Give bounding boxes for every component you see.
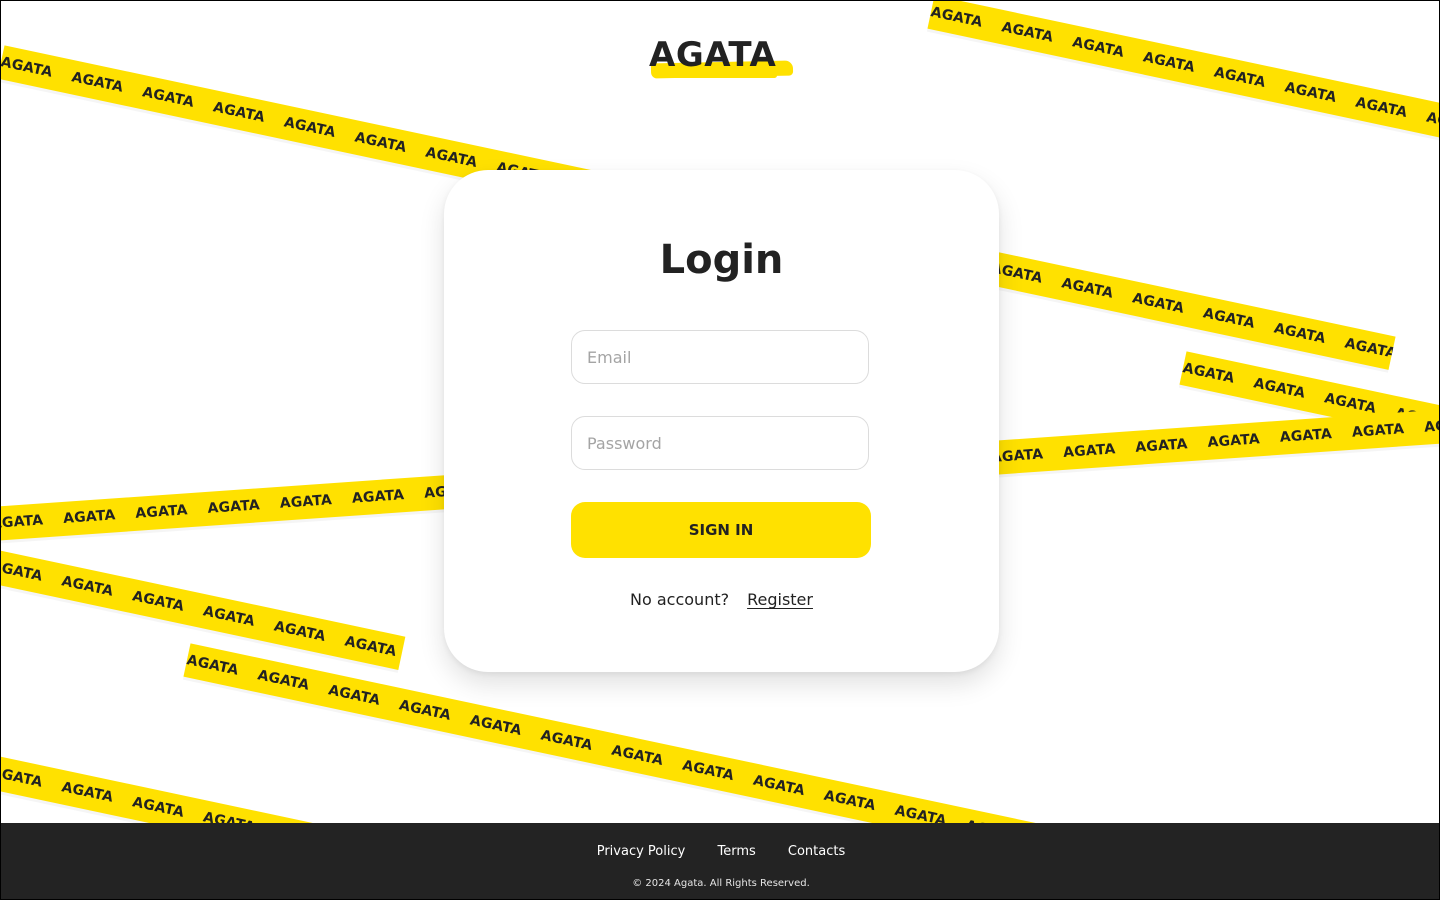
- tape-word: AGATA: [680, 757, 736, 785]
- caution-tape: AGATAAGATAAGATAAGATAAGATAAGATAAGATAAGATA: [989, 408, 1440, 475]
- tape-word: AGATA: [1, 512, 44, 532]
- tape-word: AGATA: [751, 772, 807, 800]
- register-link[interactable]: Register: [747, 590, 813, 609]
- agata-logo[interactable]: AGATA: [649, 35, 799, 91]
- tape-word: AGATA: [130, 588, 186, 615]
- tape-word: AGATA: [1070, 34, 1126, 61]
- tape-word: AGATA: [185, 652, 240, 679]
- tape-word: AGATA: [1, 764, 44, 791]
- tape-word: AGATA: [207, 497, 261, 517]
- tape-word: AGATA: [1141, 49, 1197, 76]
- tape-word: AGATA: [60, 573, 115, 600]
- tape-word: AGATA: [397, 697, 453, 724]
- tape-word: AGATA: [1424, 109, 1440, 137]
- caution-tape: AGATA AGATA AGATA AGATA AGATA AGATA AGATA AGATA…: [927, 1, 1440, 146]
- tape-word: AGATA: [1134, 436, 1189, 456]
- tape-word: AGATA: [1, 558, 44, 585]
- tape-word: AGATA: [62, 507, 117, 527]
- page-title: Login: [659, 237, 784, 283]
- tape-word: AGATA: [351, 487, 405, 507]
- email-field[interactable]: [571, 330, 869, 384]
- privacy-policy-link[interactable]: Privacy Policy: [597, 844, 686, 859]
- tape-word: AGATA: [1351, 421, 1405, 441]
- tape-word: AGATA: [282, 114, 338, 141]
- tape-word: AGATA: [424, 144, 479, 172]
- tape-word: AGATA: [1354, 94, 1409, 122]
- tape-word: AGATA: [1322, 390, 1378, 417]
- tape-word: AGATA: [468, 712, 524, 739]
- tape-word: AGATA: [60, 779, 115, 806]
- sign-in-button[interactable]: SIGN IN: [571, 502, 871, 558]
- copyright-text: © 2024 Agata. All Rights Reserved.: [632, 878, 810, 889]
- tape-word: AGATA: [353, 129, 408, 156]
- caution-tape: AGATAAGATAAGATAAGATAAGATAAGATAAGATA: [1, 755, 347, 823]
- tape-word: AGATA: [610, 742, 665, 770]
- tape-word: AGATA: [1279, 426, 1333, 446]
- tape-word: AGATA: [279, 492, 333, 512]
- tape-word: AGATA: [1283, 79, 1338, 106]
- tape-word: AGATA: [70, 69, 125, 96]
- tape-word: AGATA: [1252, 375, 1307, 402]
- tape-word: AGATA: [140, 84, 196, 111]
- caution-tape: AGATAAGATAAGATAAGATAAGATAAGATAAGATAAGATA: [1, 474, 452, 541]
- tape-word: AGATA: [272, 618, 328, 645]
- tape-word: AGATA: [1062, 441, 1117, 461]
- tape-word: AGATA: [1207, 431, 1261, 451]
- tape-word: AGATA: [201, 603, 257, 630]
- contacts-link[interactable]: Contacts: [788, 844, 845, 859]
- terms-link[interactable]: Terms: [717, 844, 755, 859]
- tape-word: AGATA: [130, 794, 186, 821]
- tape-word: AGATA: [256, 667, 311, 694]
- tape-word: AGATA: [893, 802, 948, 823]
- tape-word: AGATA: [1201, 305, 1257, 332]
- login-card: Login SIGN IN No account? Register: [444, 170, 999, 672]
- register-prompt: No account? Register: [444, 588, 999, 612]
- logo-text: AGATA: [649, 35, 777, 75]
- tape-word: AGATA: [211, 99, 267, 126]
- tape-word: AGATA: [929, 4, 984, 31]
- tape-word: AGATA: [326, 682, 382, 709]
- tape-word: AGATA: [539, 727, 594, 754]
- footer: Privacy Policy Terms Contacts © 2024 Aga…: [1, 823, 1439, 899]
- tape-word: AGATA: [1423, 416, 1440, 436]
- no-account-text: No account?: [630, 590, 730, 609]
- tape-word: AGATA: [1000, 19, 1055, 46]
- login-page: AGATA AGATA AGATA AGATA AGATA AGATA AGATA AGATA…: [0, 0, 1440, 900]
- tape-word: AGATA: [134, 502, 189, 522]
- tape-word: AGATA: [1130, 290, 1186, 317]
- tape-word: AGATA: [822, 787, 878, 815]
- tape-word: AGATA: [343, 633, 398, 660]
- footer-links: Privacy Policy Terms Contacts: [1, 843, 1439, 861]
- tape-word: AGATA: [1272, 320, 1328, 347]
- tape-word: AGATA: [1060, 275, 1115, 302]
- tape-word: AGATA: [1343, 335, 1396, 362]
- tape-word: AGATA: [201, 809, 257, 823]
- password-field[interactable]: [571, 416, 869, 470]
- tape-word: AGATA: [1181, 360, 1236, 387]
- tape-word: AGATA: [1212, 64, 1268, 91]
- tape-word: AGATA: [1, 54, 54, 81]
